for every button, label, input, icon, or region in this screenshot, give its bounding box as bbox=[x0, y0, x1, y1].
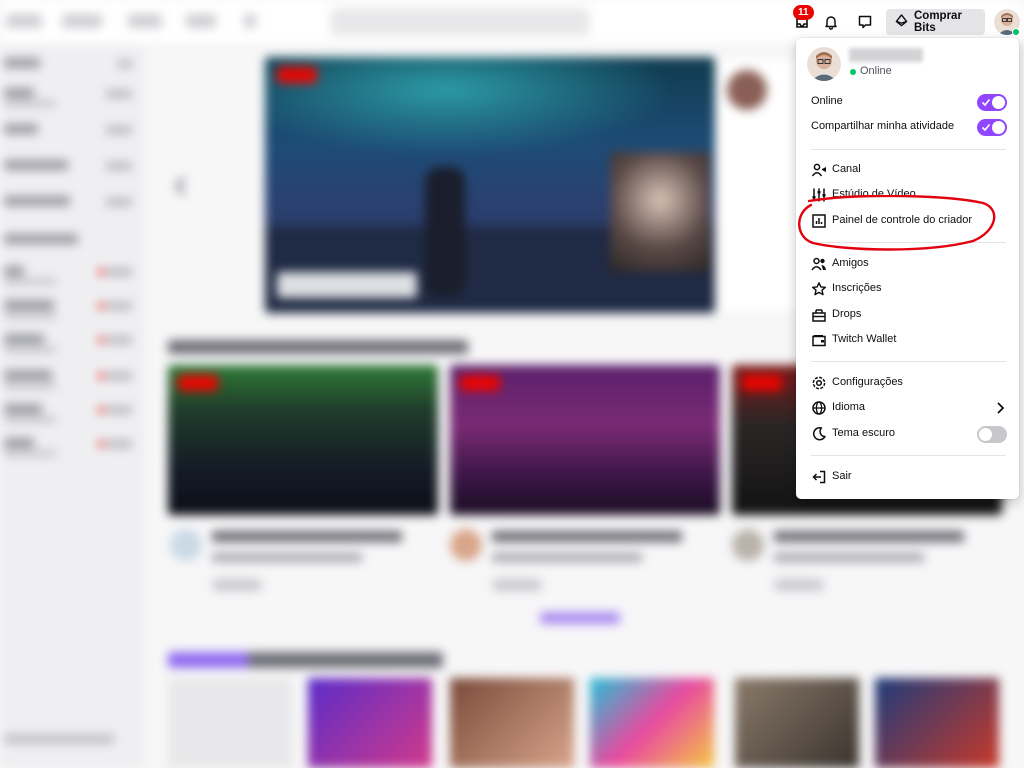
bell-icon[interactable] bbox=[817, 8, 845, 36]
sidebar-row bbox=[4, 196, 136, 216]
search-box-placeholder bbox=[330, 8, 590, 36]
menu-item-label: Idioma bbox=[832, 401, 866, 413]
sidebar-row bbox=[4, 334, 136, 354]
menu-item-drops[interactable]: Drops bbox=[796, 303, 1019, 327]
nav-link-placeholder bbox=[62, 14, 102, 28]
sidebar-row bbox=[4, 124, 136, 144]
menu-divider bbox=[811, 242, 1006, 243]
menu-item-label: Amigos bbox=[832, 257, 869, 269]
stream-card-thumbnail bbox=[168, 365, 438, 515]
sidebar-row bbox=[4, 300, 136, 320]
dark-theme-toggle-row[interactable]: Tema escuro bbox=[796, 422, 1019, 446]
menu-avatar bbox=[807, 47, 841, 81]
menu-item-label: Configurações bbox=[832, 376, 903, 388]
sidebar-row bbox=[4, 438, 136, 458]
chevron-right-icon bbox=[995, 401, 1005, 418]
show-more-placeholder bbox=[540, 612, 620, 624]
menu-item-label: Inscrições bbox=[832, 282, 882, 294]
online-status-dot bbox=[1012, 28, 1020, 36]
moon-icon bbox=[811, 426, 827, 442]
category-tile bbox=[308, 678, 432, 768]
check-icon bbox=[981, 123, 991, 132]
menu-item-label: Canal bbox=[832, 163, 861, 175]
menu-item-label: Painel de controle do criador bbox=[832, 214, 973, 226]
menu-item-configuracoes[interactable]: Configurações bbox=[796, 371, 1019, 395]
menu-item-sair[interactable]: Sair bbox=[796, 465, 1019, 489]
menu-item-inscricoes[interactable]: Inscrições bbox=[796, 277, 1019, 301]
menu-item-amigos[interactable]: Amigos bbox=[796, 252, 1019, 276]
sidebar-row bbox=[4, 88, 136, 108]
menu-item-label: Sair bbox=[832, 470, 852, 482]
sidebar-row bbox=[4, 266, 136, 286]
left-sidebar bbox=[0, 44, 145, 768]
menu-divider bbox=[811, 361, 1006, 362]
buy-bits-button[interactable]: Comprar Bits bbox=[886, 9, 985, 35]
channel-person-icon bbox=[811, 162, 827, 178]
nav-link-placeholder bbox=[6, 14, 42, 28]
video-studio-sliders-icon bbox=[811, 187, 827, 203]
dark-theme-toggle-switch[interactable] bbox=[977, 426, 1007, 443]
bits-diamond-icon bbox=[895, 14, 908, 30]
online-status-dot bbox=[850, 69, 856, 75]
menu-divider bbox=[811, 149, 1006, 150]
featured-stream-thumbnail bbox=[265, 57, 715, 313]
menu-profile-header: Online bbox=[807, 47, 1007, 83]
drops-gift-icon bbox=[811, 307, 827, 323]
globe-icon bbox=[811, 400, 827, 416]
logout-icon bbox=[811, 469, 827, 485]
menu-item-creator-dashboard[interactable]: Painel de controle do criador bbox=[796, 209, 1019, 233]
stream-card-meta bbox=[450, 525, 720, 595]
nav-more-placeholder bbox=[244, 14, 256, 28]
user-menu-dropdown: Online Online Compartilhar minha ativida… bbox=[796, 38, 1019, 499]
menu-profile-status: Online bbox=[860, 65, 892, 77]
nav-link-placeholder bbox=[128, 14, 162, 28]
share-activity-toggle-switch[interactable] bbox=[977, 119, 1007, 136]
gear-icon bbox=[811, 375, 827, 391]
star-icon bbox=[811, 281, 827, 297]
category-tile bbox=[450, 678, 574, 768]
online-toggle-row[interactable]: Online bbox=[796, 90, 1019, 114]
notification-count-badge: 11 bbox=[793, 5, 814, 20]
menu-item-estudio-de-video[interactable]: Estúdio de Vídeo bbox=[796, 183, 1019, 207]
category-tile bbox=[590, 678, 714, 768]
online-toggle-label: Online bbox=[811, 95, 843, 107]
category-tile bbox=[168, 678, 292, 768]
online-toggle-switch[interactable] bbox=[977, 94, 1007, 111]
stream-card-meta bbox=[732, 525, 1002, 595]
buy-bits-label: Comprar Bits bbox=[914, 10, 962, 34]
menu-item-idioma[interactable]: Idioma bbox=[796, 396, 1019, 420]
menu-username-redacted bbox=[849, 48, 923, 62]
sidebar-row bbox=[4, 160, 136, 180]
share-activity-toggle-label: Compartilhar minha atividade bbox=[811, 120, 955, 132]
creator-dashboard-icon bbox=[811, 213, 827, 229]
sidebar-row bbox=[4, 404, 136, 424]
menu-item-label: Estúdio de Vídeo bbox=[832, 188, 916, 200]
menu-item-canal[interactable]: Canal bbox=[796, 158, 1019, 182]
section-title-placeholder bbox=[168, 652, 443, 668]
sidebar-row bbox=[4, 734, 136, 754]
stream-card-meta bbox=[170, 525, 440, 595]
wallet-icon bbox=[811, 332, 827, 348]
menu-item-twitch-wallet[interactable]: Twitch Wallet bbox=[796, 328, 1019, 352]
stream-card-thumbnail bbox=[450, 365, 720, 515]
chat-bubble-icon[interactable] bbox=[851, 8, 879, 36]
menu-item-label: Twitch Wallet bbox=[832, 333, 897, 345]
sidebar-row bbox=[4, 370, 136, 390]
carousel-prev-arrow-icon bbox=[174, 175, 188, 197]
category-tile bbox=[735, 678, 859, 768]
menu-divider bbox=[811, 455, 1006, 456]
nav-link-placeholder bbox=[186, 14, 216, 28]
dark-theme-toggle-label: Tema escuro bbox=[832, 427, 895, 439]
share-activity-toggle-row[interactable]: Compartilhar minha atividade bbox=[796, 115, 1019, 139]
section-title-placeholder bbox=[168, 340, 468, 354]
sidebar-row bbox=[4, 234, 136, 254]
check-icon bbox=[981, 98, 991, 107]
menu-item-label: Drops bbox=[832, 308, 862, 320]
category-tile bbox=[875, 678, 999, 768]
friends-icon bbox=[811, 256, 827, 272]
sidebar-row bbox=[4, 58, 136, 78]
